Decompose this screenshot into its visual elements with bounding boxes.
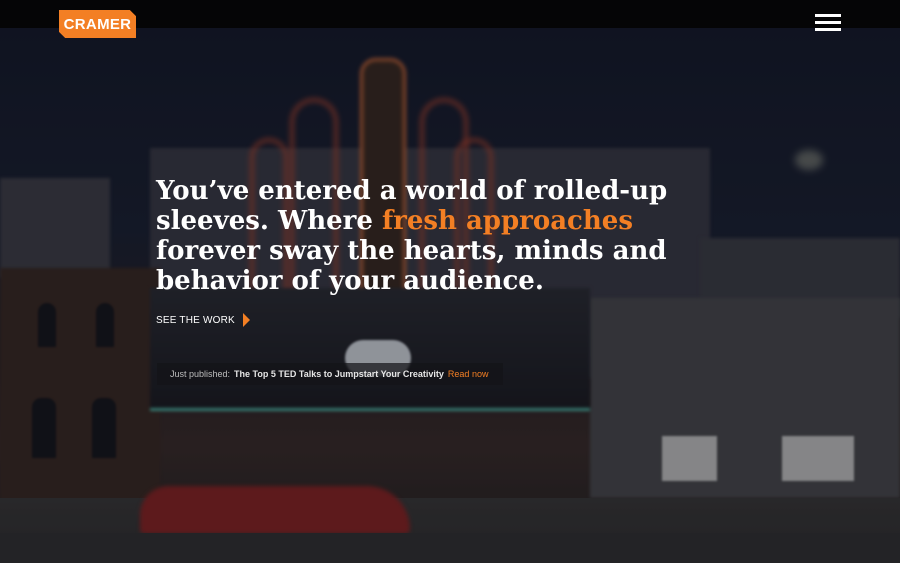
hamburger-menu-icon[interactable] [815,14,841,32]
just-published-bar: Just published: The Top 5 TED Talks to J… [157,363,503,385]
read-now-link[interactable]: Read now [448,369,489,379]
play-arrow-icon [242,313,250,327]
cta-label: SEE THE WORK [156,314,235,326]
publication-title-link[interactable]: The Top 5 TED Talks to Jumpstart Your Cr… [234,369,444,379]
hero-headline: You’ve entered a world of rolled-up slee… [156,176,736,296]
headline-text: forever sway the hearts, minds and behav… [156,236,667,296]
see-the-work-link[interactable]: SEE THE WORK [156,313,250,327]
headline-highlight: fresh approaches [381,206,633,236]
cramer-logo[interactable]: CRAMER [59,10,136,38]
publication-label: Just published: [170,369,231,379]
